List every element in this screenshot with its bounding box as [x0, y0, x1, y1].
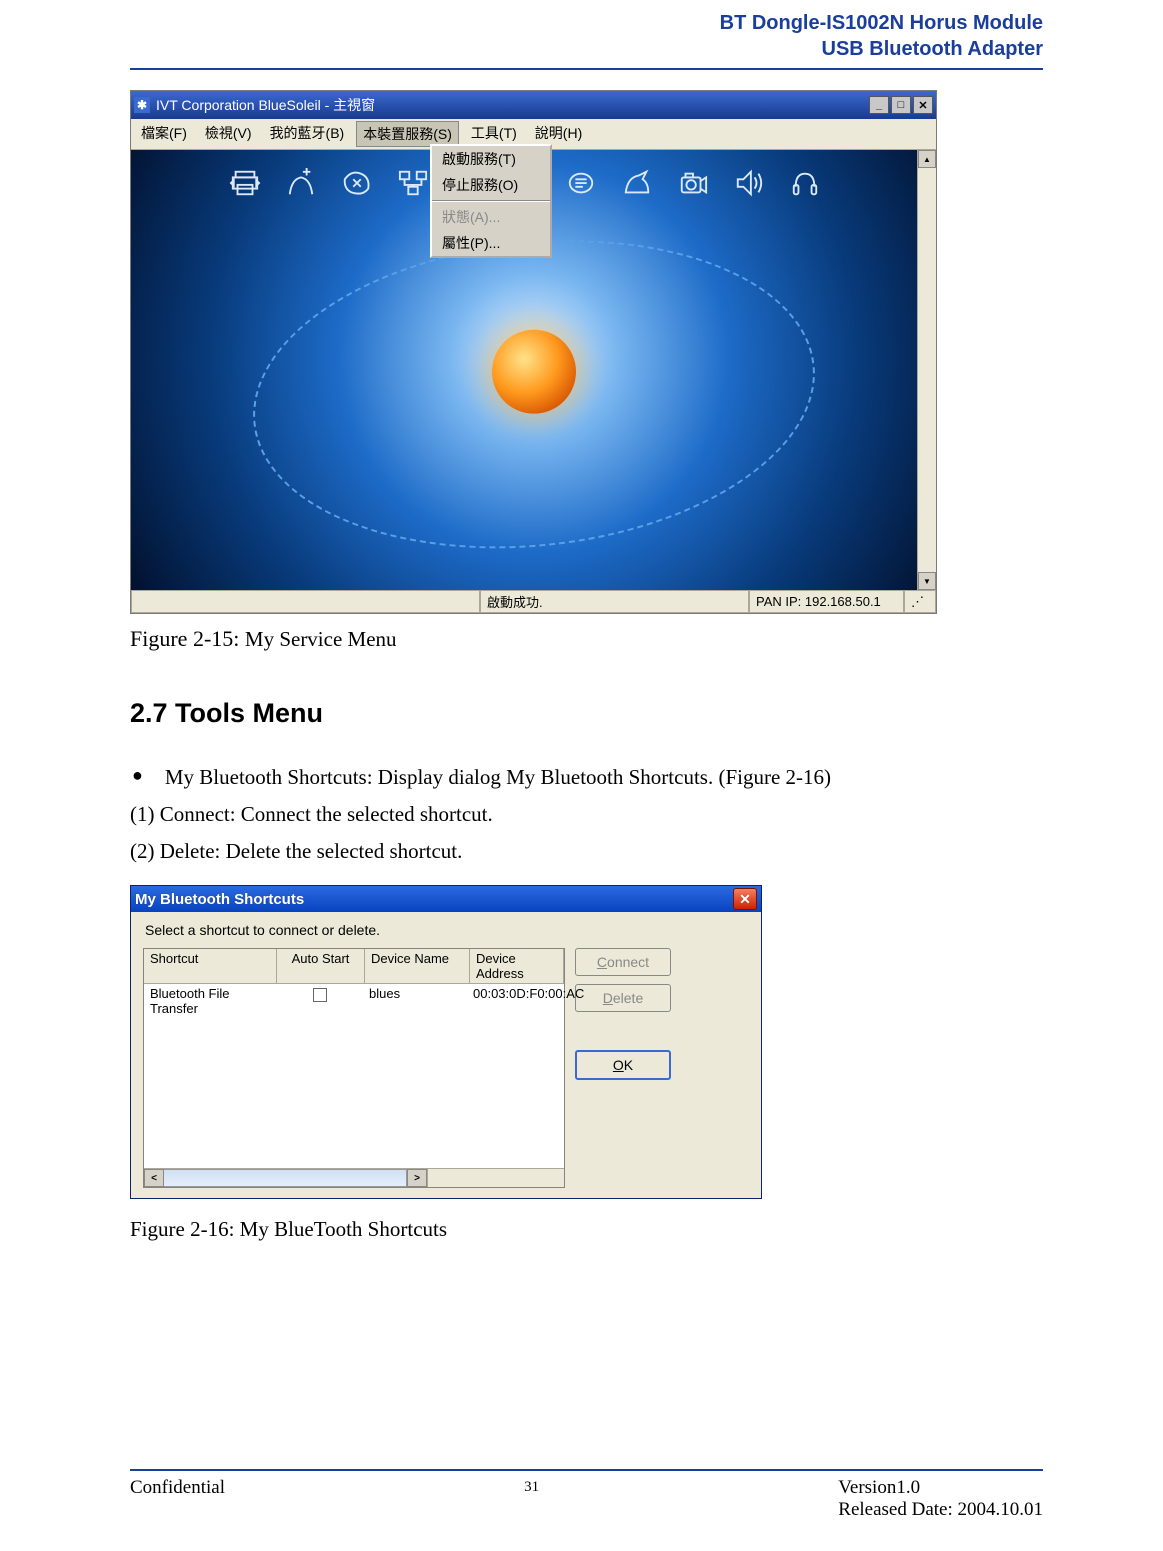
- page-footer: Confidential 31 Version1.0 Released Date…: [130, 1469, 1043, 1521]
- cell-shortcut: Bluetooth File Transfer: [144, 984, 276, 1018]
- network-icon[interactable]: [396, 168, 430, 198]
- menu-separator: [432, 200, 550, 202]
- bullet-text: My Bluetooth Shortcuts: Display dialog M…: [165, 759, 831, 796]
- bullet-icon: ●: [132, 759, 143, 796]
- menu-my-bluetooth[interactable]: 我的藍牙(B): [264, 121, 351, 147]
- resize-grip[interactable]: ⋰: [904, 591, 936, 613]
- print-icon[interactable]: [228, 168, 262, 198]
- body-line-1: (1) Connect: Connect the selected shortc…: [130, 796, 1043, 833]
- camera-icon[interactable]: [676, 168, 710, 198]
- vertical-scrollbar[interactable]: ▲ ▼: [917, 150, 936, 590]
- service-dropdown-menu[interactable]: 啟動服務(T) 停止服務(O) 狀態(A)... 屬性(P)...: [430, 144, 552, 258]
- header-divider: [130, 68, 1043, 70]
- headset-icon[interactable]: [788, 168, 822, 198]
- dialog-title: My Bluetooth Shortcuts: [135, 891, 304, 908]
- titlebar[interactable]: ✱ IVT Corporation BlueSoleil - 主視窗 _ □ ✕: [131, 91, 936, 119]
- menu-stop-service[interactable]: 停止服務(O): [432, 172, 550, 198]
- col-auto-start[interactable]: Auto Start: [277, 949, 365, 983]
- shortcuts-dialog: My Bluetooth Shortcuts ✕ Select a shortc…: [130, 885, 762, 1199]
- header-line2: USB Bluetooth Adapter: [130, 36, 1043, 62]
- footer-version: Version1.0: [838, 1477, 1043, 1499]
- page-header: BT Dongle-IS1002N Horus Module USB Bluet…: [130, 10, 1043, 62]
- footer-page-number: 31: [225, 1477, 838, 1521]
- pim-icon[interactable]: [564, 168, 598, 198]
- dialog-close-button[interactable]: ✕: [733, 888, 757, 910]
- status-pan-ip: PAN IP: 192.168.50.1: [749, 591, 904, 613]
- file-transfer-icon[interactable]: [340, 168, 374, 198]
- status-message: 啟動成功.: [480, 591, 749, 613]
- scroll-left-button[interactable]: <: [144, 1169, 164, 1187]
- table-row[interactable]: Bluetooth File Transfer blues 00:03:0D:F…: [144, 984, 564, 1018]
- close-button[interactable]: ✕: [913, 96, 933, 114]
- maximize-button[interactable]: □: [891, 96, 911, 114]
- menu-status: 狀態(A)...: [432, 204, 550, 230]
- listview-header[interactable]: Shortcut Auto Start Device Name Device A…: [144, 949, 564, 984]
- menu-properties[interactable]: 屬性(P)...: [432, 230, 550, 256]
- col-device-name[interactable]: Device Name: [365, 949, 470, 983]
- col-device-address[interactable]: Device Address: [470, 949, 564, 983]
- footer-left: Confidential: [130, 1477, 225, 1521]
- menu-file[interactable]: 檔案(F): [135, 121, 193, 147]
- section-heading: 2.7 Tools Menu: [130, 698, 1043, 729]
- scroll-spacer: [427, 1169, 564, 1187]
- caption1-text: My Service Menu: [245, 627, 397, 651]
- statusbar: 啟動成功. PAN IP: 192.168.50.1 ⋰: [131, 590, 936, 613]
- cell-device-address: 00:03:0D:F0:00:AC: [467, 984, 590, 1018]
- status-cell-left: [131, 591, 480, 613]
- minimize-button[interactable]: _: [869, 96, 889, 114]
- window-title: IVT Corporation BlueSoleil - 主視窗: [156, 95, 375, 115]
- dialog-instruction: Select a shortcut to connect or delete.: [145, 922, 751, 938]
- scroll-down-button[interactable]: ▼: [918, 572, 936, 590]
- scroll-up-button[interactable]: ▲: [918, 150, 936, 168]
- audio-icon[interactable]: [732, 168, 766, 198]
- menu-view[interactable]: 檢視(V): [199, 121, 258, 147]
- body-line-2: (2) Delete: Delete the selected shortcut…: [130, 833, 1043, 870]
- header-line1: BT Dongle-IS1002N Horus Module: [130, 10, 1043, 36]
- ok-button[interactable]: OK: [575, 1050, 671, 1080]
- center-device-icon[interactable]: [492, 330, 576, 414]
- fax-icon[interactable]: [620, 168, 654, 198]
- footer-date: Released Date: 2004.10.01: [838, 1499, 1043, 1521]
- figure-caption-1: Figure 2-15: My Service Menu: [130, 626, 1043, 652]
- cell-auto-start[interactable]: [276, 984, 363, 1018]
- bluetooth-icon: ✱: [134, 97, 150, 113]
- connect-button: Connect: [575, 948, 671, 976]
- scroll-track[interactable]: [164, 1169, 407, 1187]
- object-push-icon[interactable]: [284, 168, 318, 198]
- horizontal-scrollbar[interactable]: < >: [144, 1168, 564, 1187]
- menu-start-service[interactable]: 啟動服務(T): [432, 146, 550, 172]
- body-text: ● My Bluetooth Shortcuts: Display dialog…: [130, 759, 1043, 869]
- caption1-prefix: Figure 2-15:: [130, 626, 245, 651]
- auto-start-checkbox[interactable]: [313, 988, 327, 1002]
- cell-device-name: blues: [363, 984, 467, 1018]
- dialog-titlebar[interactable]: My Bluetooth Shortcuts ✕: [131, 886, 761, 912]
- col-shortcut[interactable]: Shortcut: [144, 949, 277, 983]
- scroll-right-button[interactable]: >: [407, 1169, 427, 1187]
- figure-caption-2: Figure 2-16: My BlueTooth Shortcuts: [130, 1217, 1043, 1242]
- footer-divider: [130, 1469, 1043, 1471]
- shortcuts-listview[interactable]: Shortcut Auto Start Device Name Device A…: [143, 948, 565, 1188]
